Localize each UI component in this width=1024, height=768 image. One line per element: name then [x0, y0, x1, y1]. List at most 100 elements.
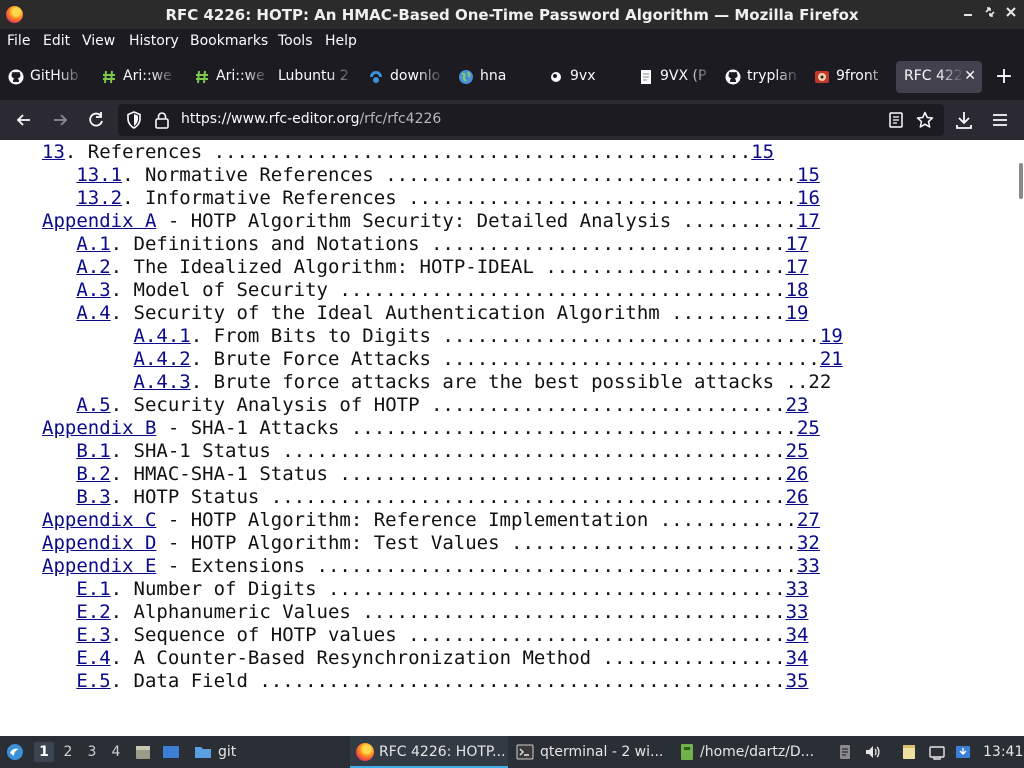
toc-section-link[interactable]: A.5	[76, 394, 110, 416]
reload-button[interactable]	[85, 109, 107, 131]
tab-hna[interactable]: hna	[450, 61, 534, 93]
tab-rfc4226[interactable]: RFC 422 ✕	[896, 61, 982, 93]
toc-page-link[interactable]: 26	[786, 463, 809, 485]
start-menu-button[interactable]	[6, 743, 24, 761]
downloads-button[interactable]	[953, 109, 975, 131]
files-icon[interactable]	[134, 743, 152, 761]
toc-section-link[interactable]: E.4	[76, 647, 110, 669]
tab-github[interactable]: GitHub	[0, 61, 84, 93]
toc-section-link[interactable]: E.3	[76, 624, 110, 646]
toc-page-link[interactable]: 25	[797, 417, 820, 439]
menu-bookmarks[interactable]: Bookmarks	[190, 33, 268, 49]
clock[interactable]: 13:41	[983, 736, 1023, 768]
toc-page-link[interactable]: 27	[797, 509, 820, 531]
tab-9vx-p[interactable]: 9VX (P	[630, 61, 714, 93]
folder-git-label[interactable]: git	[218, 736, 236, 768]
toc-page-link[interactable]: 25	[786, 440, 809, 462]
new-tab-button[interactable]: +	[993, 66, 1015, 88]
toc-section-link[interactable]: A.3	[76, 279, 110, 301]
toc-page-link[interactable]: 15	[797, 164, 820, 186]
toc-section-link[interactable]: E.1	[76, 578, 110, 600]
toc-page-link[interactable]: 32	[797, 532, 820, 554]
update-notifier-icon[interactable]	[954, 743, 972, 761]
workspace-4[interactable]: 4	[106, 742, 126, 762]
tab-ari-1[interactable]: Ari::we	[93, 61, 177, 93]
window-titlebar[interactable]: RFC 4226: HOTP: An HMAC-Based One-Time P…	[0, 0, 1024, 29]
tab-lubuntu[interactable]: Lubuntu 2	[270, 61, 354, 93]
toc-section-link[interactable]: B.1	[76, 440, 110, 462]
close-window-button[interactable]	[1001, 4, 1021, 24]
toc-page-link[interactable]: 23	[786, 394, 809, 416]
toc-section-link[interactable]: Appendix B	[42, 417, 156, 439]
task-terminal[interactable]: qterminal - 2 wi...	[512, 736, 672, 768]
toc-page-link[interactable]: 15	[751, 141, 774, 163]
task-file-manager[interactable]: /home/dartz/D...	[676, 736, 826, 768]
clipboard-icon[interactable]	[836, 743, 854, 761]
toc-section-link[interactable]: 13.1	[76, 164, 122, 186]
toc-section-link[interactable]: E.5	[76, 670, 110, 692]
desktop-icon[interactable]	[162, 743, 180, 761]
volume-icon[interactable]	[864, 743, 882, 761]
scrollbar-track[interactable]	[1012, 140, 1024, 736]
tab-9front[interactable]: 9front	[806, 61, 892, 93]
maximize-button[interactable]	[980, 4, 1000, 24]
toc-section-link[interactable]: A.4.2	[134, 348, 191, 370]
toc-section-link[interactable]: 13	[42, 141, 65, 163]
folder-icon[interactable]	[194, 743, 212, 761]
toc-section-link[interactable]: A.4.1	[134, 325, 191, 347]
menu-view[interactable]: View	[82, 33, 115, 49]
menu-help[interactable]: Help	[325, 33, 357, 49]
workspace-2[interactable]: 2	[58, 742, 78, 762]
toc-section-link[interactable]: 13.2	[76, 187, 122, 209]
menu-file[interactable]: File	[7, 33, 30, 49]
tab-9vx[interactable]: 9vx	[540, 61, 624, 93]
toc-page-link[interactable]: 16	[797, 187, 820, 209]
network-icon[interactable]	[928, 743, 946, 761]
menu-history[interactable]: History	[129, 33, 179, 49]
task-firefox[interactable]: RFC 4226: HOTP...	[350, 736, 508, 768]
toc-page-link[interactable]: 33	[786, 578, 809, 600]
menu-edit[interactable]: Edit	[43, 33, 70, 49]
toc-page-link[interactable]: 17	[786, 256, 809, 278]
toc-page-link[interactable]: 34	[786, 624, 809, 646]
tab-ari-2[interactable]: Ari::we	[186, 61, 270, 93]
app-menu-button[interactable]	[989, 109, 1011, 131]
toc-section-link[interactable]: A.2	[76, 256, 110, 278]
toc-page-link[interactable]: 33	[786, 601, 809, 623]
toc-page-link[interactable]: 17	[797, 210, 820, 232]
back-button[interactable]	[13, 109, 35, 131]
toc-page-link[interactable]: 33	[797, 555, 820, 577]
toc-page-link[interactable]: 35	[786, 670, 809, 692]
close-tab-icon[interactable]: ✕	[964, 68, 976, 84]
lock-icon[interactable]	[152, 110, 172, 130]
toc-section-link[interactable]: B.3	[76, 486, 110, 508]
toc-page-link[interactable]: 19	[820, 325, 843, 347]
toc-section-link[interactable]: A.4.3	[134, 371, 191, 393]
toc-section-link[interactable]: Appendix A	[42, 210, 156, 232]
toc-section-link[interactable]: Appendix C	[42, 509, 156, 531]
workspace-3[interactable]: 3	[82, 742, 102, 762]
notes-icon[interactable]	[900, 743, 918, 761]
toc-section-link[interactable]: Appendix D	[42, 532, 156, 554]
toc-page-link[interactable]: 17	[786, 233, 809, 255]
toc-page-link[interactable]: 34	[786, 647, 809, 669]
scrollbar-thumb[interactable]	[1019, 163, 1023, 199]
menu-tools[interactable]: Tools	[278, 33, 313, 49]
toc-section-link[interactable]: A.4	[76, 302, 110, 324]
reader-view-icon[interactable]	[886, 110, 906, 130]
toc-section-link[interactable]: Appendix E	[42, 555, 156, 577]
minimize-button[interactable]	[958, 4, 978, 24]
workspace-1[interactable]: 1	[34, 742, 54, 762]
toc-section-link[interactable]: E.2	[76, 601, 110, 623]
toc-section-link[interactable]: A.1	[76, 233, 110, 255]
shield-icon[interactable]	[124, 110, 144, 130]
toc-page-link[interactable]: 18	[786, 279, 809, 301]
tab-download[interactable]: downlo	[360, 61, 444, 93]
toc-page-link[interactable]: 21	[820, 348, 843, 370]
toc-page-link[interactable]: 26	[786, 486, 809, 508]
url-text[interactable]: https://www.rfc-editor.org/rfc/rfc4226	[181, 111, 441, 127]
toc-section-link[interactable]: B.2	[76, 463, 110, 485]
tab-tryplan[interactable]: tryplan	[717, 61, 801, 93]
toc-page-link[interactable]: 19	[786, 302, 809, 324]
url-bar[interactable]: https://www.rfc-editor.org/rfc/rfc4226	[118, 104, 944, 136]
